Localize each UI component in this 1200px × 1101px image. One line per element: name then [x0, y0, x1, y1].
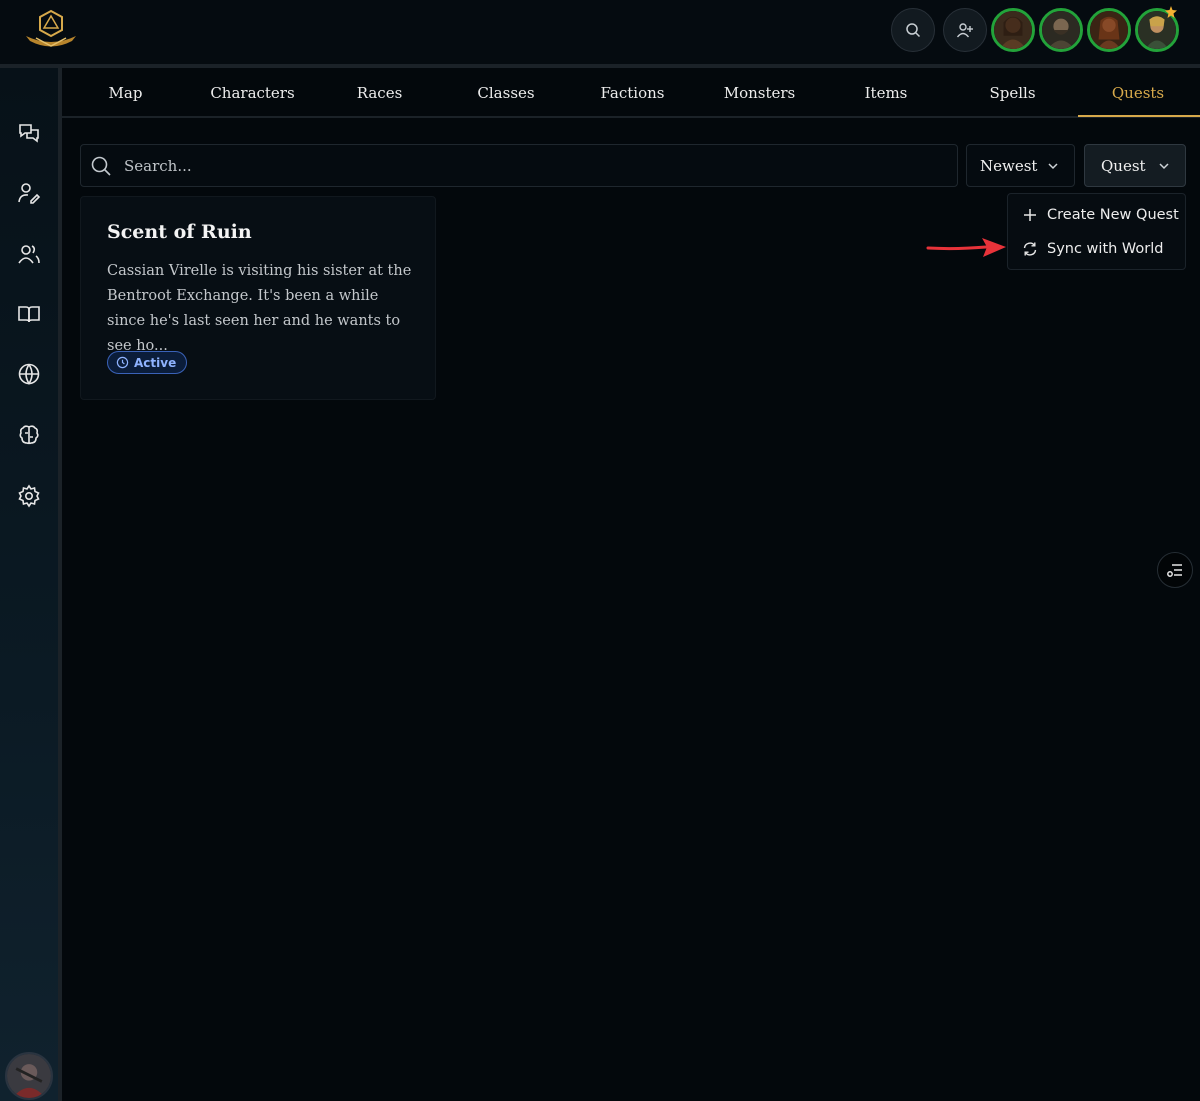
category-tabs: Map Characters Races Classes Factions Mo…	[62, 68, 1200, 118]
sidebar-divider	[58, 68, 62, 1101]
search-icon	[91, 156, 111, 176]
status-badge-label: Active	[134, 355, 177, 370]
search-icon	[906, 23, 921, 38]
chevron-down-icon	[1159, 163, 1169, 170]
user-edit-icon	[18, 183, 41, 204]
sync-with-world-button[interactable]: Sync with World	[1008, 232, 1187, 266]
search-placeholder: Search...	[124, 156, 192, 175]
character-avatar-3[interactable]	[1087, 8, 1131, 52]
chevron-down-icon	[1048, 163, 1058, 170]
quest-dropdown-label: Quest	[1101, 156, 1146, 175]
user-plus-icon	[956, 23, 973, 38]
tab-characters[interactable]: Characters	[189, 68, 316, 118]
sidebar-item-globe[interactable]	[14, 359, 44, 389]
sort-dropdown[interactable]: Newest	[966, 144, 1075, 187]
floating-filter-button[interactable]	[1157, 552, 1193, 588]
sidebar-item-chat[interactable]	[14, 118, 44, 148]
book-icon	[18, 306, 40, 323]
sidebar-item-brain[interactable]	[14, 420, 44, 450]
tab-monsters[interactable]: Monsters	[696, 68, 823, 118]
sidebar-item-user-edit[interactable]	[14, 178, 44, 208]
create-new-quest-label: Create New Quest	[1047, 207, 1179, 223]
quest-card[interactable]: Scent of Ruin Cassian Virelle is visitin…	[80, 196, 436, 400]
quest-description: Cassian Virelle is visiting his sister a…	[107, 263, 412, 354]
quest-title: Scent of Ruin	[107, 221, 252, 243]
active-tab-indicator	[1078, 115, 1200, 117]
sidebar-item-settings[interactable]	[14, 481, 44, 511]
refresh-icon	[1023, 242, 1037, 256]
sidebar	[0, 68, 58, 1101]
character-avatar-1[interactable]	[991, 8, 1035, 52]
add-user-button[interactable]	[943, 8, 987, 52]
sidebar-item-book[interactable]	[14, 299, 44, 329]
create-new-quest-button[interactable]: Create New Quest	[1008, 198, 1187, 232]
quest-actions-dropdown[interactable]: Quest	[1084, 144, 1186, 187]
top-bar	[0, 0, 1200, 64]
user-profile-avatar[interactable]	[5, 1052, 53, 1100]
clock-icon	[116, 356, 129, 369]
character-avatar-2[interactable]	[1039, 8, 1083, 52]
header-search-button[interactable]	[891, 8, 935, 52]
status-badge: Active	[107, 351, 188, 374]
tab-map[interactable]: Map	[62, 68, 189, 118]
chat-icon	[19, 124, 39, 143]
tab-items[interactable]: Items	[823, 68, 949, 118]
plus-icon	[1024, 209, 1036, 221]
d20-dice-logo-icon[interactable]	[22, 8, 80, 52]
sidebar-item-users[interactable]	[14, 239, 44, 269]
tab-quests[interactable]: Quests	[1076, 68, 1200, 118]
tab-races[interactable]: Races	[316, 68, 443, 118]
tab-spells[interactable]: Spells	[949, 68, 1076, 118]
quest-actions-menu: Create New Quest Sync with World	[1007, 193, 1186, 270]
sort-dropdown-label: Newest	[980, 156, 1038, 175]
gear-icon	[18, 484, 40, 508]
tab-classes[interactable]: Classes	[443, 68, 569, 118]
users-icon	[18, 245, 40, 264]
globe-icon	[18, 363, 40, 385]
favorite-star-icon	[1165, 6, 1177, 18]
filter-list-icon	[1167, 564, 1182, 577]
brain-icon	[19, 425, 39, 445]
tab-factions[interactable]: Factions	[569, 68, 696, 118]
sync-with-world-label: Sync with World	[1047, 241, 1164, 257]
search-input[interactable]: Search...	[80, 144, 958, 187]
annotation-arrow-icon	[926, 238, 1006, 257]
